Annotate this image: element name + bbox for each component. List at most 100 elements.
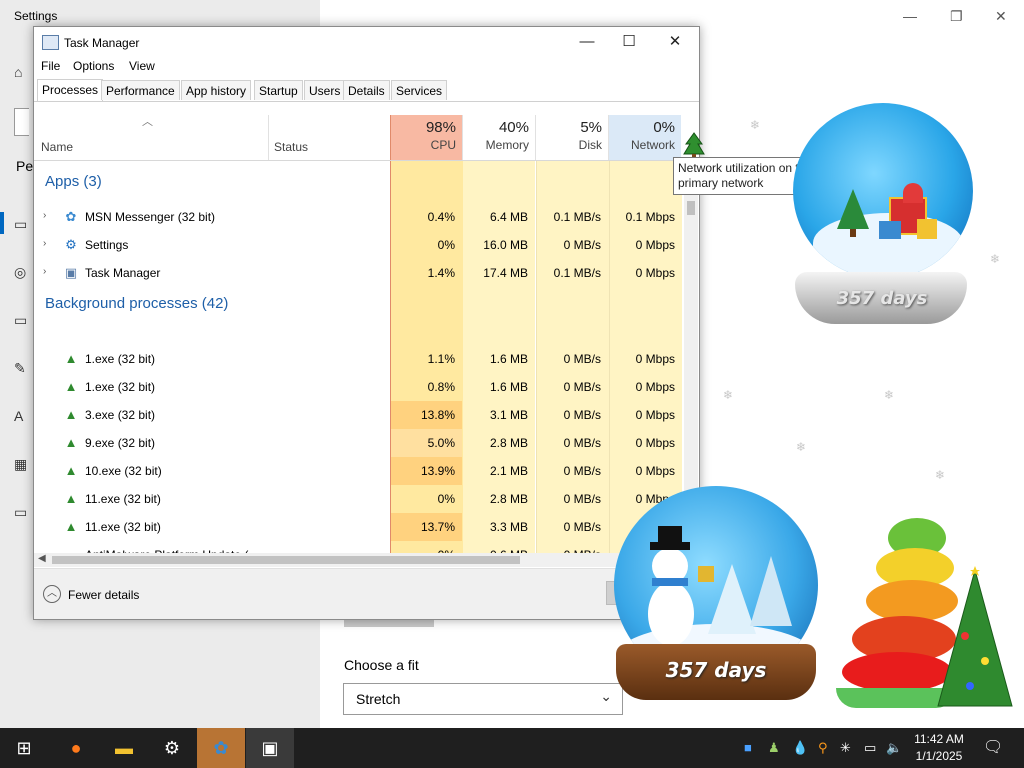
process-row[interactable]: ▲ 9.exe (32 bit) 5.0% 2.8 MB 0 MB/s 0 Mbps — [34, 429, 684, 457]
close-button[interactable]: ✕ — [653, 31, 697, 53]
cpu-value: 1.4% — [427, 266, 455, 280]
tab-app-history[interactable]: App history — [181, 80, 252, 100]
menu-view[interactable]: View — [129, 59, 155, 73]
minimize-button[interactable]: — — [565, 31, 609, 53]
network-icon[interactable]: ▭ — [864, 728, 876, 768]
column-cpu[interactable]: 98% CPU — [390, 115, 462, 160]
tray-search-icon[interactable]: ⚲ — [818, 728, 828, 768]
expand-chevron-icon[interactable]: › — [43, 266, 46, 277]
cpu-value: 13.8% — [420, 408, 455, 422]
hscroll-thumb[interactable] — [52, 556, 520, 564]
scroll-thumb[interactable] — [687, 201, 695, 215]
tree-icon: ▲ — [64, 519, 78, 534]
fewer-details-link[interactable]: Fewer details — [68, 588, 139, 602]
process-row[interactable]: ▭AntiMalware Platform Update (...0%0.6 M… — [34, 541, 684, 553]
memory-value: 6.4 MB — [489, 210, 528, 224]
expand-chevron-icon[interactable]: › — [43, 210, 46, 221]
menu-options[interactable]: Options — [73, 59, 114, 73]
chevron-up-icon[interactable]: ︿ — [43, 585, 61, 603]
memory-value: 3.1 MB — [489, 408, 528, 422]
process-row[interactable]: ▲ 11.exe (32 bit) 0% 2.8 MB 0 MB/s 0 Mbps — [34, 485, 684, 513]
themes-icon[interactable]: ✎ — [14, 360, 32, 378]
horizontal-scrollbar[interactable]: ◀ — [34, 553, 684, 567]
network-label: Network — [630, 138, 675, 152]
process-row[interactable]: › ⚙ Settings 0% 16.0 MB 0 MB/s 0 Mbps — [34, 231, 684, 259]
maximize-button[interactable]: ☐ — [607, 31, 651, 53]
disk-value: 0 MB/s — [563, 464, 601, 478]
cpu-value: 0% — [437, 492, 455, 506]
process-row[interactable]: ▲ 10.exe (32 bit) 13.9% 2.1 MB 0 MB/s 0 Mbps — [34, 457, 684, 485]
tab-performance[interactable]: Performance — [101, 80, 180, 100]
fonts-icon[interactable]: A — [14, 408, 32, 426]
menu-file[interactable]: File — [41, 59, 60, 73]
settings-close-button[interactable]: ✕ — [995, 8, 1007, 25]
tree-icon: ▲ — [64, 379, 78, 394]
tab-processes[interactable]: Processes — [37, 79, 104, 101]
gear-icon: ⚙ — [65, 237, 77, 252]
notification-icon[interactable]: 🗨 — [983, 728, 1003, 768]
tray-person-icon[interactable]: ♟ — [768, 728, 780, 768]
process-list: Apps (3) › ✿ MSN Messenger (32 bit) 0.4% 6.4… — [34, 161, 684, 553]
water-drop-icon[interactable]: 💧 — [792, 728, 808, 768]
process-row[interactable]: ▲ 1.exe (32 bit) 0.8% 1.6 MB 0 MB/s 0 Mbps — [34, 373, 684, 401]
settings-minimize-button[interactable]: — — [903, 8, 917, 24]
taskbar-settings-icon[interactable]: ▭ — [14, 504, 32, 522]
tab-users[interactable]: Users — [304, 80, 346, 100]
tab-details[interactable]: Details — [343, 80, 390, 100]
group-apps[interactable]: Apps (3) — [45, 173, 102, 190]
firefox-icon[interactable]: ● — [52, 728, 100, 768]
column-disk[interactable]: 5% Disk — [535, 115, 608, 160]
disk-value: 0 MB/s — [563, 238, 601, 252]
network-value: 0.1 Mbps — [625, 210, 675, 224]
process-name: 10.exe (32 bit) — [85, 464, 162, 478]
lock-screen-icon[interactable]: ▭ — [14, 312, 32, 330]
tray-app-icon[interactable]: ■ — [744, 728, 752, 768]
settings-gear-icon[interactable]: ⚙ — [148, 728, 196, 768]
search-box-edge[interactable] — [14, 108, 29, 136]
background-icon[interactable]: ▭ — [14, 216, 32, 234]
process-row[interactable]: ▲ 3.exe (32 bit) 13.8% 3.1 MB 0 MB/s 0 Mbps — [34, 401, 684, 429]
colors-icon[interactable]: ◎ — [14, 264, 32, 282]
settings-restore-button[interactable]: ❐ — [950, 8, 963, 25]
volume-muted-icon[interactable]: 🔈 — [886, 728, 902, 768]
home-icon[interactable]: ⌂ — [14, 64, 32, 82]
disk-label: Disk — [578, 138, 602, 152]
process-row[interactable]: › ▣ Task Manager 1.4% 17.4 MB 0.1 MB/s 0 Mbps — [34, 259, 684, 287]
network-value: 0 Mbps — [635, 238, 675, 252]
column-network[interactable]: 0% Network — [608, 115, 681, 160]
fit-dropdown[interactable]: Stretch ⌄ — [343, 683, 623, 715]
column-status[interactable]: Status — [274, 140, 308, 154]
process-row[interactable]: ▲11.exe (32 bit)13.7%3.3 MB0 MB/s0 Mbps — [34, 513, 684, 541]
tab-services[interactable]: Services — [391, 80, 448, 100]
memory-label: Memory — [485, 138, 529, 152]
msn-messenger-icon[interactable]: ✿ — [197, 728, 245, 768]
start-icon[interactable]: ▦ — [14, 456, 32, 474]
scroll-left-icon[interactable]: ◀ — [38, 553, 46, 564]
snowflake-tray-icon[interactable]: ✳ — [840, 728, 851, 768]
memory-value: 16.0 MB — [483, 238, 528, 252]
memory-value: 2.8 MB — [489, 492, 528, 506]
expand-chevron-icon[interactable]: › — [43, 238, 46, 249]
footer: ︿ Fewer details — [34, 568, 699, 619]
snowflake-decoration: ❄ — [884, 388, 895, 402]
column-name[interactable]: Name — [41, 140, 73, 154]
start-button[interactable]: ⊞ — [0, 728, 48, 768]
group-background[interactable]: Background processes (42) — [45, 295, 228, 312]
file-explorer-icon[interactable]: ▬ — [100, 728, 148, 768]
snowflake-decoration: ❄ — [935, 468, 946, 482]
tab-startup[interactable]: Startup — [254, 80, 303, 100]
column-memory[interactable]: 40% Memory — [462, 115, 535, 160]
process-name: 1.exe (32 bit) — [85, 380, 156, 394]
window-title: Task Manager — [64, 36, 140, 50]
cpu-value: 0% — [437, 238, 455, 252]
clock[interactable]: 11:42 AM 1/1/2025 — [906, 731, 972, 765]
task-manager-taskbar-icon[interactable]: ▣ — [246, 728, 294, 768]
process-row[interactable]: ▲ 1.exe (32 bit) 1.1% 1.6 MB 0 MB/s 0 Mbps — [34, 345, 684, 373]
disk-value: 0 MB/s — [563, 520, 601, 534]
tree-icon: ▲ — [64, 351, 78, 366]
choose-fit-label: Choose a fit — [344, 657, 419, 673]
memory-value: 3.3 MB — [489, 520, 528, 534]
process-row[interactable]: › ✿ MSN Messenger (32 bit) 0.4% 6.4 MB 0.1 MB… — [34, 203, 684, 231]
cpu-value: 13.9% — [420, 464, 455, 478]
title-bar[interactable]: Task Manager — ☐ ✕ — [34, 27, 699, 57]
